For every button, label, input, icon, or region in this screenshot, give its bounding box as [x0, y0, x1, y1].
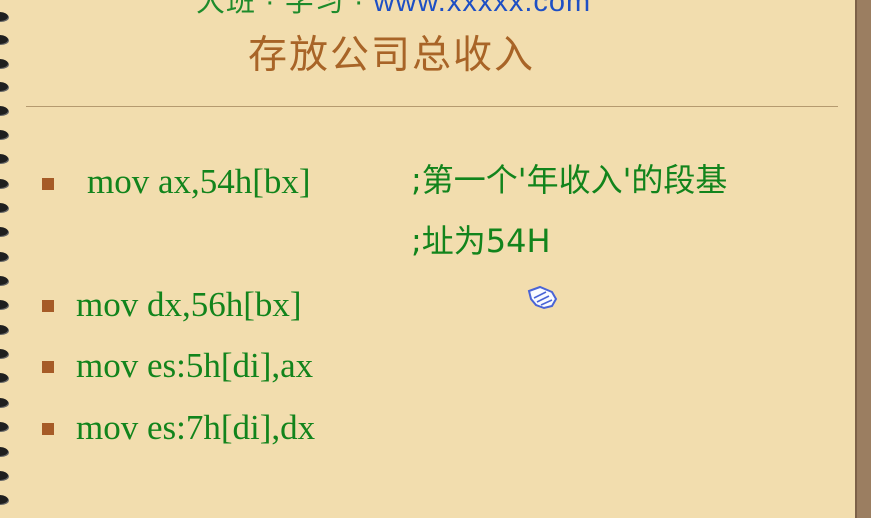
- binding-ring: [0, 276, 8, 285]
- binding-ring: [0, 179, 8, 188]
- binding-ring: [0, 471, 8, 480]
- binding-ring: [0, 373, 8, 382]
- square-bullet: [42, 423, 54, 435]
- square-bullet: [42, 300, 54, 312]
- binding-ring: [0, 398, 8, 407]
- binding-ring: [0, 325, 8, 334]
- binding-ring: [0, 82, 8, 91]
- binding-ring: [0, 227, 8, 236]
- binding-ring: [0, 300, 8, 309]
- code-line: mov ax,54h[bx]: [87, 162, 311, 201]
- binding-ring: [0, 154, 8, 163]
- binding-ring: [0, 252, 8, 261]
- binding-ring: [0, 106, 8, 115]
- binding-ring: [0, 495, 8, 504]
- presentation-slide: 大班 · 学习 · www.xxxxx.com 存放公司总收入 mov ax,5…: [0, 0, 855, 518]
- hand-pointer-icon: [527, 285, 558, 310]
- binding-ring: [0, 447, 8, 456]
- spiral-binding: [0, 0, 22, 518]
- binding-ring: [0, 59, 8, 68]
- code-line: mov es:7h[di],dx: [76, 408, 316, 447]
- code-line: mov es:5h[di],ax: [76, 346, 314, 385]
- header-url: www.xxxxx.com: [373, 0, 592, 18]
- binding-ring: [0, 422, 8, 431]
- square-bullet: [42, 178, 54, 190]
- title-divider: [26, 106, 838, 107]
- binding-ring: [0, 35, 8, 44]
- header-prefix: 大班 · 学习 ·: [196, 0, 374, 18]
- binding-ring: [0, 349, 8, 358]
- header-caption: 大班 · 学习 · www.xxxxx.com: [196, 0, 591, 20]
- binding-ring: [0, 203, 8, 212]
- right-page-edge: [855, 0, 871, 518]
- code-comment: ;址为54H: [411, 222, 551, 260]
- code-line: mov dx,56h[bx]: [76, 285, 302, 324]
- square-bullet: [42, 361, 54, 373]
- binding-ring: [0, 12, 8, 21]
- binding-ring: [0, 130, 8, 139]
- slide-title: 存放公司总收入: [248, 33, 536, 78]
- code-comment: ;第一个'年收入'的段基: [411, 161, 728, 199]
